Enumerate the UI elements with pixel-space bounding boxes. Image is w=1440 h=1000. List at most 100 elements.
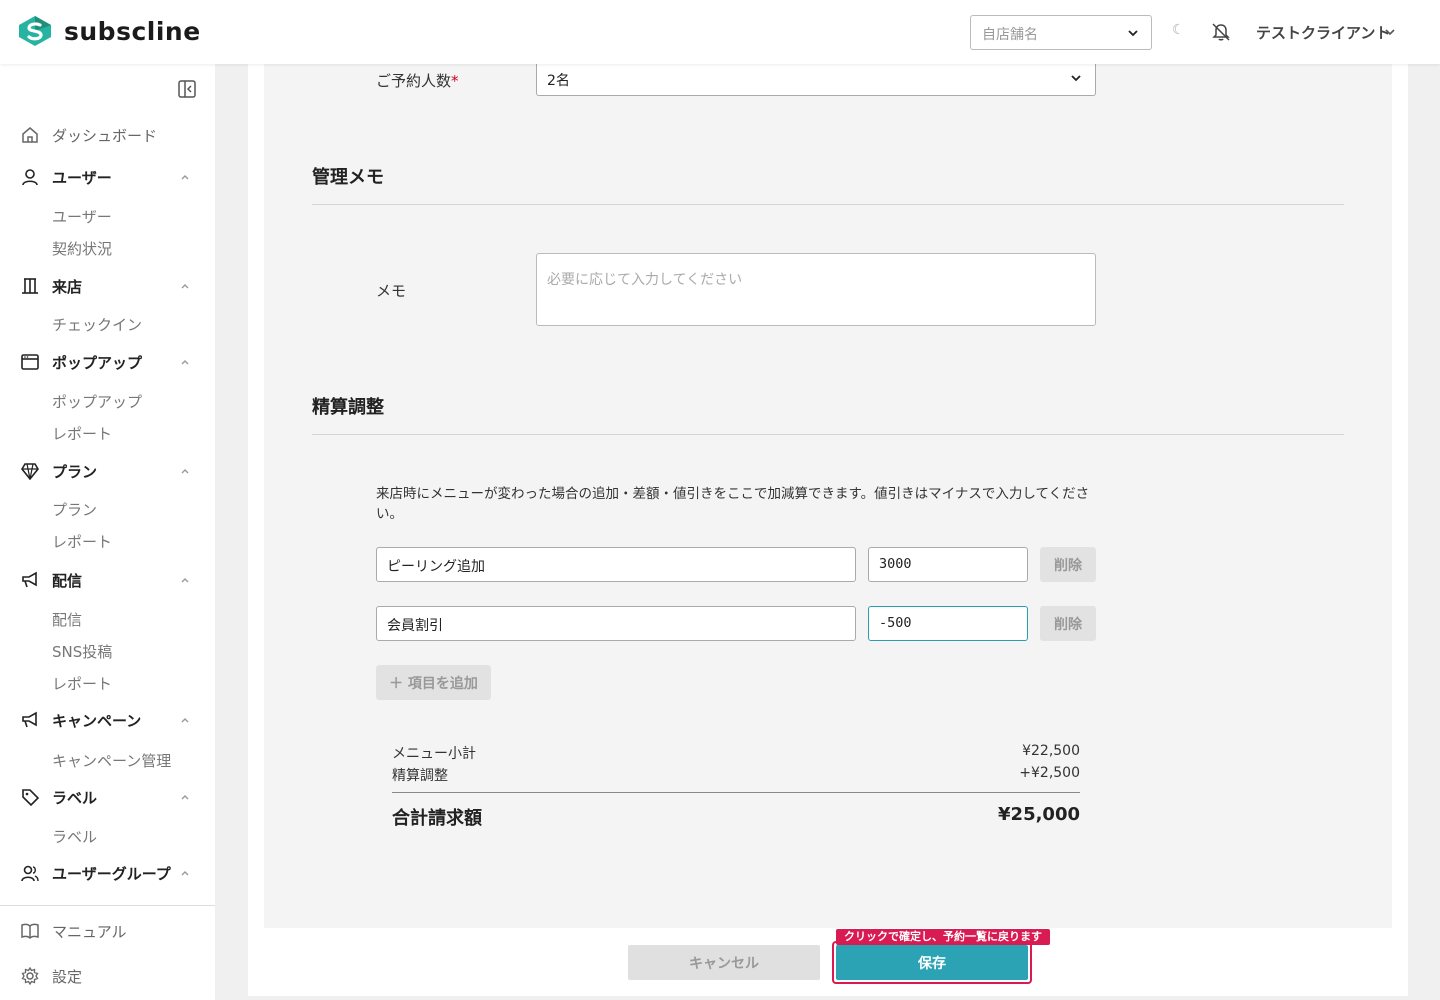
store-select[interactable]: 自店舗名	[970, 15, 1152, 50]
client-menu[interactable]: テストクライアント	[1256, 22, 1390, 43]
adjustment-total-label: 精算調整	[392, 768, 448, 784]
sidebar-group-visits[interactable]: 来店	[20, 274, 200, 298]
sidebar-collapse-icon[interactable]	[177, 79, 197, 99]
sidebar-group-user-groups[interactable]: ユーザーグループ	[20, 861, 200, 885]
logo-mark-icon	[19, 16, 51, 46]
users-icon	[20, 863, 40, 883]
sidebar-item-label: ダッシュボード	[52, 126, 158, 145]
sidebar-item-popup-report[interactable]: レポート	[52, 423, 112, 444]
adjustment-amount-input[interactable]: 3000	[868, 547, 1028, 582]
chevron-up-icon	[181, 175, 189, 180]
settlement-help-text: 来店時にメニューが変わった場合の追加・差額・値引きをここで加減算できます。値引き…	[376, 486, 1090, 522]
user-icon	[20, 167, 40, 187]
window-icon	[20, 352, 40, 372]
subtotal-label: メニュー小計	[392, 746, 476, 762]
section-divider	[312, 204, 1344, 205]
app-header: subscline 自店舗名 ☾ テストクライアント	[0, 0, 1440, 64]
sidebar-item-plans[interactable]: プラン	[52, 499, 97, 520]
chevron-up-icon	[181, 469, 189, 474]
sidebar-item-contracts[interactable]: 契約状況	[52, 238, 112, 259]
megaphone-icon	[20, 570, 40, 590]
sidebar-group-label: 配信	[52, 571, 83, 590]
adjustment-amount-input[interactable]: -500	[868, 606, 1028, 641]
chevron-up-icon	[181, 871, 189, 876]
building-icon	[20, 276, 40, 296]
sidebar-group-label: ラベル	[52, 788, 98, 807]
sidebar-group-label: 来店	[52, 277, 83, 296]
cancel-button[interactable]: キャンセル	[628, 945, 820, 980]
sidebar-group-delivery[interactable]: 配信	[20, 568, 200, 592]
settlement-title: 精算調整	[312, 397, 384, 418]
sidebar-item-campaign-manage[interactable]: キャンペーン管理	[52, 750, 171, 771]
grand-total-value: ¥25,000	[998, 804, 1080, 825]
section-divider	[312, 434, 1344, 435]
logo[interactable]: subscline	[16, 14, 201, 48]
home-icon	[20, 125, 40, 145]
sidebar-group-campaigns[interactable]: キャンペーン	[20, 708, 200, 732]
sidebar-item-labels[interactable]: ラベル	[52, 826, 97, 847]
save-tooltip: クリックで確定し、予約一覧に戻ります	[836, 929, 1050, 945]
save-button[interactable]: 保存	[836, 945, 1028, 980]
sidebar-group-plans[interactable]: プラン	[20, 459, 200, 483]
sidebar-group-label: ユーザー	[52, 168, 112, 187]
adjustment-total-row: 精算調整 +¥2,500	[392, 765, 1080, 785]
sidebar-group-labels[interactable]: ラベル	[20, 785, 200, 809]
sidebar-item-users[interactable]: ユーザー	[52, 206, 112, 227]
adjustment-amount-value: -500	[879, 615, 912, 631]
adjustment-name-input[interactable]: ピーリング追加	[376, 547, 856, 582]
sidebar-group-label: ポップアップ	[52, 353, 143, 372]
summary-divider	[392, 792, 1080, 793]
sidebar-group-users[interactable]: ユーザー	[20, 165, 200, 189]
delete-adjustment-button[interactable]: 削除	[1040, 547, 1096, 582]
party-size-value: 2名	[547, 73, 570, 89]
sidebar-item-label: マニュアル	[52, 922, 127, 941]
chevron-up-icon	[181, 795, 189, 800]
moon-icon[interactable]: ☾	[1172, 22, 1185, 38]
chevron-up-icon	[181, 718, 189, 723]
sidebar-item-label: 設定	[52, 967, 83, 986]
tag-icon	[20, 787, 40, 807]
grand-total-row: 合計請求額 ¥25,000	[392, 804, 1080, 830]
chevron-up-icon	[181, 284, 189, 289]
delete-adjustment-button[interactable]: 削除	[1040, 606, 1096, 641]
chevron-up-icon	[181, 360, 189, 365]
sidebar-item-delivery-report[interactable]: レポート	[52, 673, 112, 694]
adjustment-name-input[interactable]: 会員割引	[376, 606, 856, 641]
grand-total-label: 合計請求額	[392, 808, 482, 829]
book-icon	[20, 921, 40, 941]
adjustment-name-value: ピーリング追加	[387, 559, 485, 575]
sidebar-group-popups[interactable]: ポップアップ	[20, 350, 200, 374]
adjustment-amount-value: 3000	[879, 556, 912, 572]
store-select-placeholder: 自店舗名	[982, 27, 1038, 43]
sidebar-group-label: ユーザーグループ	[52, 864, 171, 883]
sidebar-item-checkin[interactable]: チェックイン	[52, 314, 142, 335]
memo-label: メモ	[376, 282, 407, 300]
chevron-up-icon	[181, 578, 189, 583]
sidebar-item-sns-post[interactable]: SNS投稿	[52, 641, 112, 662]
subtotal-value: ¥22,500	[1022, 743, 1080, 759]
chevron-down-icon	[1128, 30, 1138, 37]
required-mark: *	[451, 72, 459, 90]
memo-placeholder: 必要に応じて入力してください	[547, 272, 743, 288]
sidebar-item-manual[interactable]: マニュアル	[20, 919, 200, 943]
sidebar: ダッシュボード ユーザー ユーザー 契約状況 来店 チェックイン ポップアップ	[0, 64, 215, 1000]
memo-textarea[interactable]: 必要に応じて入力してください	[536, 253, 1096, 326]
party-size-select[interactable]: 2名	[536, 64, 1096, 96]
adjustment-total-value: +¥2,500	[1019, 765, 1080, 781]
subtotal-row: メニュー小計 ¥22,500	[392, 743, 1080, 763]
add-item-button[interactable]: ＋ 項目を追加	[376, 665, 491, 700]
sidebar-item-settings[interactable]: 設定	[20, 964, 200, 988]
sidebar-item-delivery[interactable]: 配信	[52, 609, 82, 630]
sidebar-item-dashboard[interactable]: ダッシュボード	[20, 123, 200, 147]
adjustment-name-value: 会員割引	[387, 618, 443, 634]
bell-off-icon[interactable]	[1211, 22, 1231, 42]
sidebar-item-plan-report[interactable]: レポート	[52, 531, 112, 552]
sidebar-item-popups[interactable]: ポップアップ	[52, 391, 142, 412]
sidebar-divider	[0, 905, 215, 906]
megaphone-icon	[20, 710, 40, 730]
party-size-label: ご予約人数*	[376, 72, 459, 90]
sidebar-group-label: キャンペーン	[52, 711, 142, 730]
chevron-down-icon[interactable]	[1384, 27, 1396, 37]
sidebar-group-label: プラン	[52, 462, 98, 481]
admin-memo-title: 管理メモ	[312, 167, 384, 188]
